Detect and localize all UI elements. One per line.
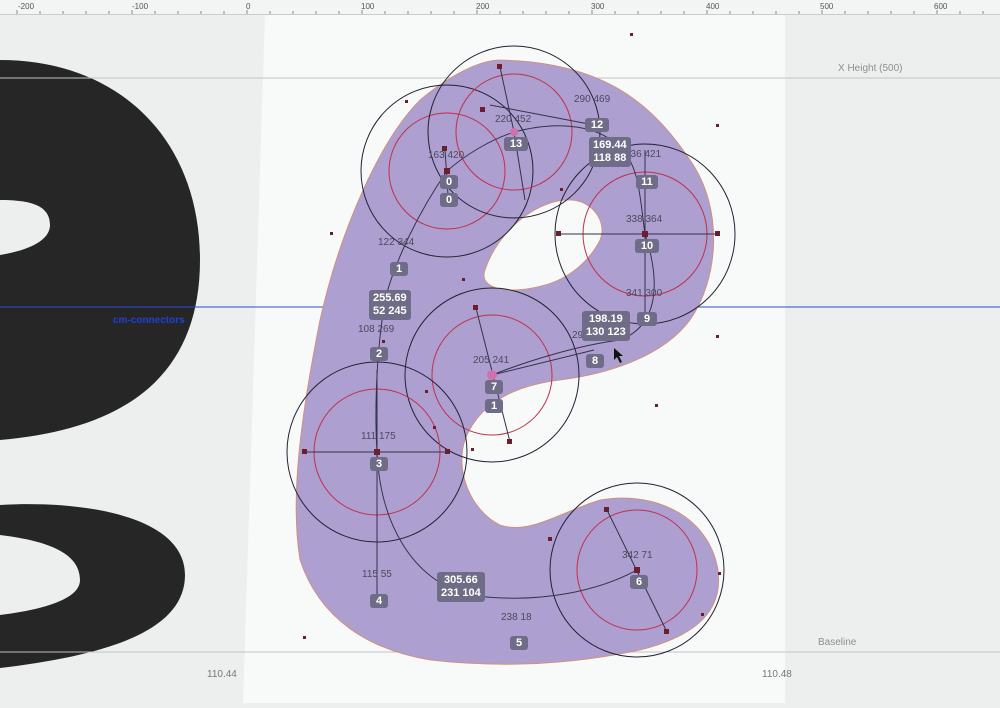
node-coord-label: 122 344 [378, 237, 415, 248]
measure-length: 169.44 [593, 139, 627, 151]
node-coord-label: 111 175 [361, 431, 396, 442]
node-index-badge[interactable]: 5 [510, 636, 528, 650]
node-coord-label: 220 452 [495, 114, 532, 125]
measure-length: 255.69 [373, 292, 407, 304]
x-height-label: X Height (500) [838, 63, 903, 74]
neighbor-glyph [0, 60, 200, 668]
measurement-badge: 255.69 52 245 [369, 290, 411, 320]
left-sidebearing-value: 110.44 [207, 669, 237, 680]
measure-coords: 52 245 [373, 305, 407, 317]
measure-length: 305.66 [444, 574, 478, 586]
layer-name-label[interactable]: cm-connectors [113, 315, 185, 326]
node-coord-label: 205 241 [473, 355, 510, 366]
node-index-badge[interactable]: 6 [630, 575, 648, 589]
measure-coords: 118 88 [593, 152, 627, 164]
selected-node-highlight [487, 370, 497, 380]
node-index-badge[interactable]: 1 [485, 399, 503, 413]
horizontal-ruler[interactable]: -200 -100 0 100 200 300 400 500 600 [0, 0, 1000, 15]
measurement-badge: 169.44 118 88 [589, 137, 631, 167]
node-index-badge[interactable]: 3 [370, 457, 388, 471]
node-index-badge[interactable]: 7 [485, 380, 503, 394]
node-coord-label: 342 71 [622, 550, 653, 561]
measurement-badge: 305.66 231 104 [437, 572, 485, 602]
node-coord-label: 290 469 [574, 94, 611, 105]
node-coord-label: 341 300 [626, 288, 663, 299]
node-coord-label: 108 269 [358, 324, 395, 335]
right-sidebearing-value: 110.48 [762, 669, 792, 680]
measure-coords: 231 104 [441, 587, 481, 599]
node-coord-label: 115 55 [362, 569, 392, 580]
measure-coords: 130 123 [586, 326, 626, 338]
node-index-badge[interactable]: 13 [504, 137, 528, 151]
node-index-badge[interactable]: 0 [440, 175, 458, 189]
node-index-badge[interactable]: 0 [440, 193, 458, 207]
node-index-badge[interactable]: 2 [370, 347, 388, 361]
node-coord-label: 338 364 [626, 214, 663, 225]
node-coord-label: 163 420 [428, 150, 465, 161]
glyph-editor-canvas[interactable]: X Height (500) Baseline cm-connectors 11… [0, 15, 1000, 708]
node-index-badge[interactable]: 10 [635, 239, 659, 253]
ruler-minor-ticks [16, 10, 984, 14]
node-index-badge[interactable]: 1 [390, 262, 408, 276]
node-index-badge[interactable]: 9 [637, 312, 657, 326]
measurement-badge: 198.19 130 123 [582, 311, 630, 341]
node-index-badge[interactable]: 8 [586, 354, 604, 368]
node-index-badge[interactable]: 4 [370, 594, 388, 608]
node-index-badge[interactable]: 12 [585, 118, 609, 132]
selected-node-highlight [510, 128, 518, 136]
node-coord-label: 238 18 [501, 612, 532, 623]
node-index-badge[interactable]: 11 [636, 175, 658, 189]
measure-length: 198.19 [589, 313, 623, 325]
baseline-label: Baseline [818, 637, 857, 648]
